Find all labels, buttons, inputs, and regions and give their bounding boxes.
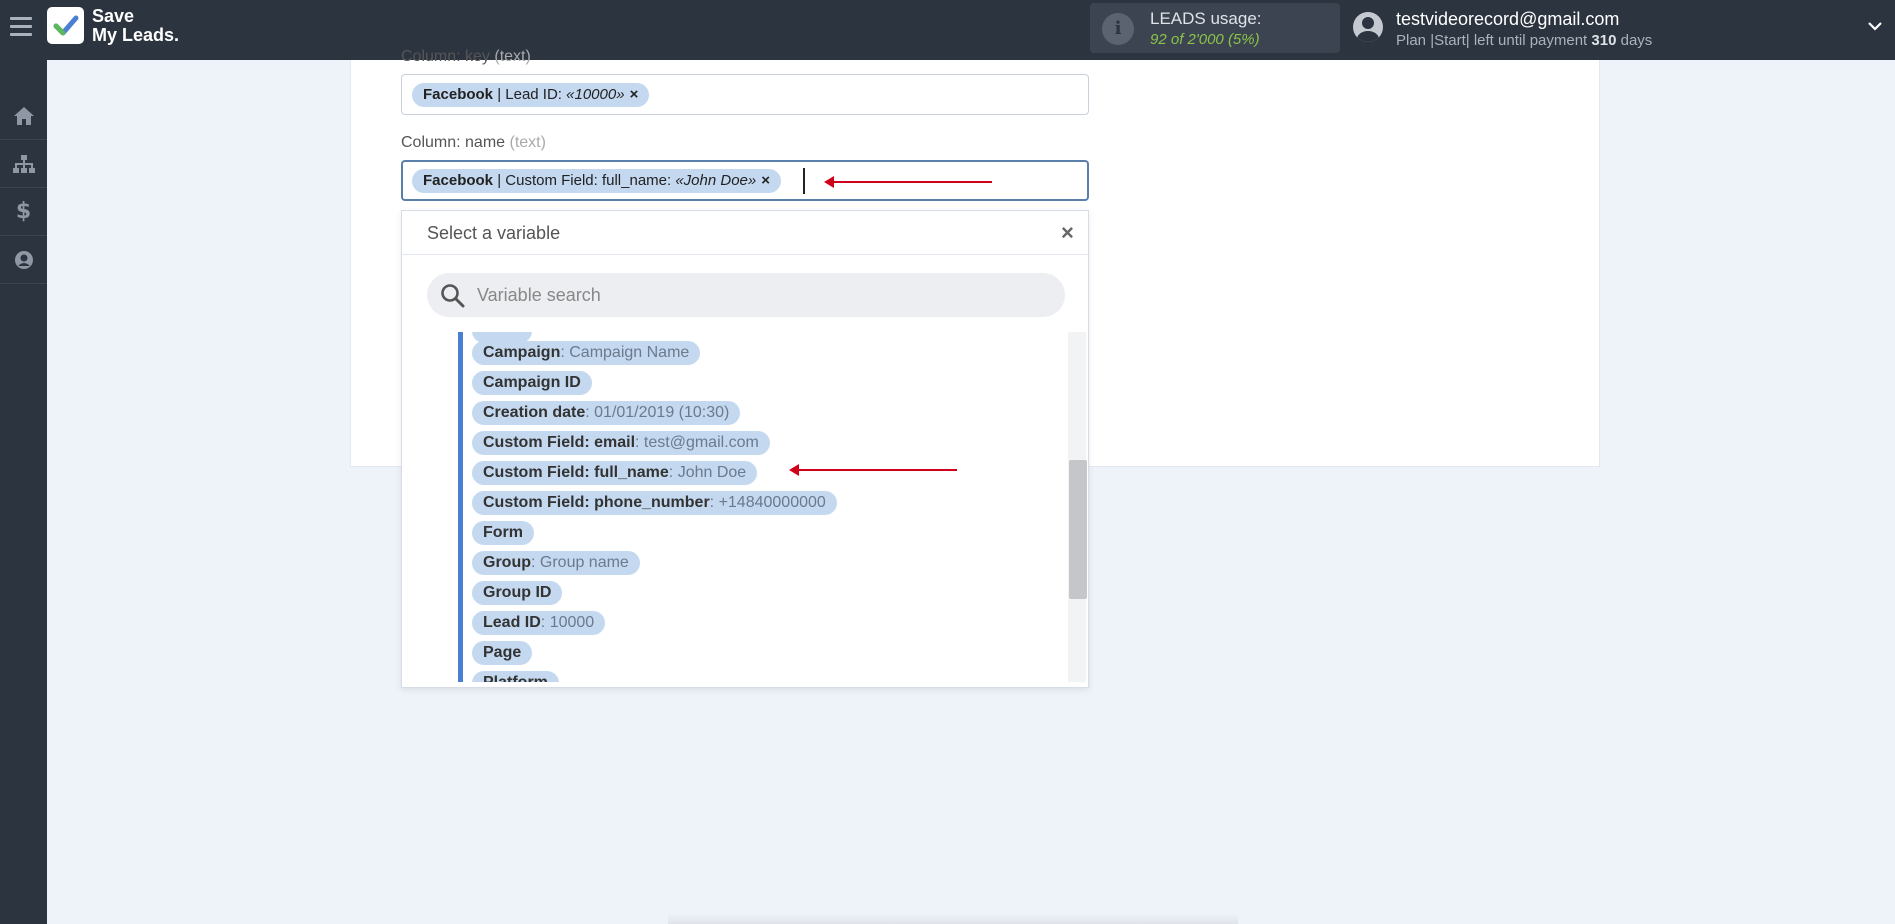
chevron-down-icon[interactable] [1867,18,1883,34]
scrollbar-thumb[interactable] [1069,460,1087,599]
usage-percent: (5%) [1227,31,1260,48]
remove-tag-icon[interactable]: × [630,86,639,103]
item-name: Platform [483,674,548,682]
name-field-label: Column: name (text) [401,134,546,152]
search-icon [441,284,465,308]
text-cursor [803,168,805,194]
plan-suffix: days [1620,32,1653,49]
avatar-icon[interactable] [1353,12,1383,42]
variable-search-input[interactable] [477,281,1037,309]
logo-line-2: My Leads. [92,25,180,45]
list-item[interactable]: Form [472,521,534,545]
item-name: Campaign ID [483,374,581,391]
item-name: Creation date [483,404,586,421]
list-item[interactable]: Platform [472,671,559,682]
annotation-arrow [789,464,957,476]
usage-label: LEADS usage: [1150,9,1262,28]
list-item[interactable]: Group ID [472,581,563,605]
list-item[interactable]: Creation date: 01/01/2019 (10:30) [472,401,741,425]
dollar-icon[interactable]: $ [0,188,47,236]
variable-search-box[interactable] [427,273,1065,317]
list-item[interactable]: Custom Field: full_name: John Doe [472,461,758,485]
item-value: : 01/01/2019 (10:30) [585,404,730,421]
list-item[interactable]: Campaign: Campaign Name [472,341,701,365]
bottom-shadow [668,914,1238,924]
key-label-text: Column: key [401,48,490,65]
item-value: : +14840000000 [709,494,826,511]
list-item[interactable]: Campaign ID [472,371,592,395]
plan-info: Plan |Start| left until payment 310 days [1396,32,1652,49]
name-tag-field: | Custom Field: full_name: [497,172,672,189]
usage-value: 92 of 2'000 (5%) [1150,31,1260,48]
home-icon[interactable] [0,92,47,140]
key-variable-tag: Facebook | Lead ID: «10000» × [412,83,650,107]
dropdown-title: Select a variable [427,223,561,243]
item-name: Lead ID [483,614,541,631]
item-value: : 10000 [540,614,595,631]
key-field-label: Column: key (text) [401,48,531,66]
list-item[interactable]: Lead ID: 10000 [472,611,606,635]
key-tag-value: «10000» [566,86,625,103]
item-value: : test@gmail.com [635,434,759,451]
list-item[interactable]: Custom Field: phone_number: +14840000000 [472,491,837,515]
item-name: Custom Field: phone_number [483,494,710,511]
item-value: : Group name [531,554,629,571]
leads-usage-panel: i LEADS usage: 92 of 2'000 (5%) [1090,3,1340,53]
list-item[interactable]: Custom Field: email: test@gmail.com [472,431,770,455]
dropdown-header: Select a variable × [402,211,1088,255]
annotation-arrow [824,176,992,188]
close-icon[interactable]: × [1061,220,1074,246]
usage-count: 92 of 2'000 [1150,31,1224,48]
name-variable-tag: Facebook | Custom Field: full_name: «Joh… [412,169,782,193]
user-email[interactable]: testvideorecord@gmail.com [1396,9,1619,30]
variable-list: Campaign: Campaign Name Campaign ID Crea… [458,332,1048,682]
user-circle-icon[interactable] [0,236,47,284]
item-name: Campaign [483,344,561,361]
item-name: Custom Field: email [483,434,636,451]
top-bar: Save My Leads. i LEADS usage: 92 of 2'00… [0,0,1895,60]
sidebar: $ [0,60,47,924]
item-name: Page [483,644,522,661]
item-value: : Campaign Name [560,344,690,361]
item-name: Group [483,554,531,571]
sitemap-icon[interactable] [0,140,47,188]
remove-tag-icon[interactable]: × [761,172,770,189]
logo-icon[interactable] [47,7,84,44]
variable-dropdown: Select a variable × Campaign: Campaign N… [401,210,1089,688]
item-name: Form [483,524,523,541]
key-tag-field: | Lead ID: [497,86,562,103]
plan-prefix: Plan |Start| left until payment [1396,32,1588,49]
name-label-text: Column: name [401,134,506,151]
list-item[interactable]: Page [472,641,533,665]
list-item[interactable]: Group: Group name [472,551,640,575]
name-tag-value: «John Doe» [675,172,757,189]
logo-line-1: Save [92,6,135,26]
name-label-hint: (text) [509,134,546,151]
key-label-hint: (text) [494,48,531,65]
info-icon: i [1102,13,1134,45]
menu-icon[interactable] [10,17,32,37]
key-field-input[interactable]: Facebook | Lead ID: «10000» × [401,74,1089,115]
key-tag-source: Facebook [423,86,494,103]
plan-days: 310 [1591,32,1617,49]
item-value: : John Doe [668,464,747,481]
item-name: Group ID [483,584,552,601]
name-tag-source: Facebook [423,172,494,189]
logo-text[interactable]: Save My Leads. [92,7,179,45]
item-name: Custom Field: full_name [483,464,669,481]
